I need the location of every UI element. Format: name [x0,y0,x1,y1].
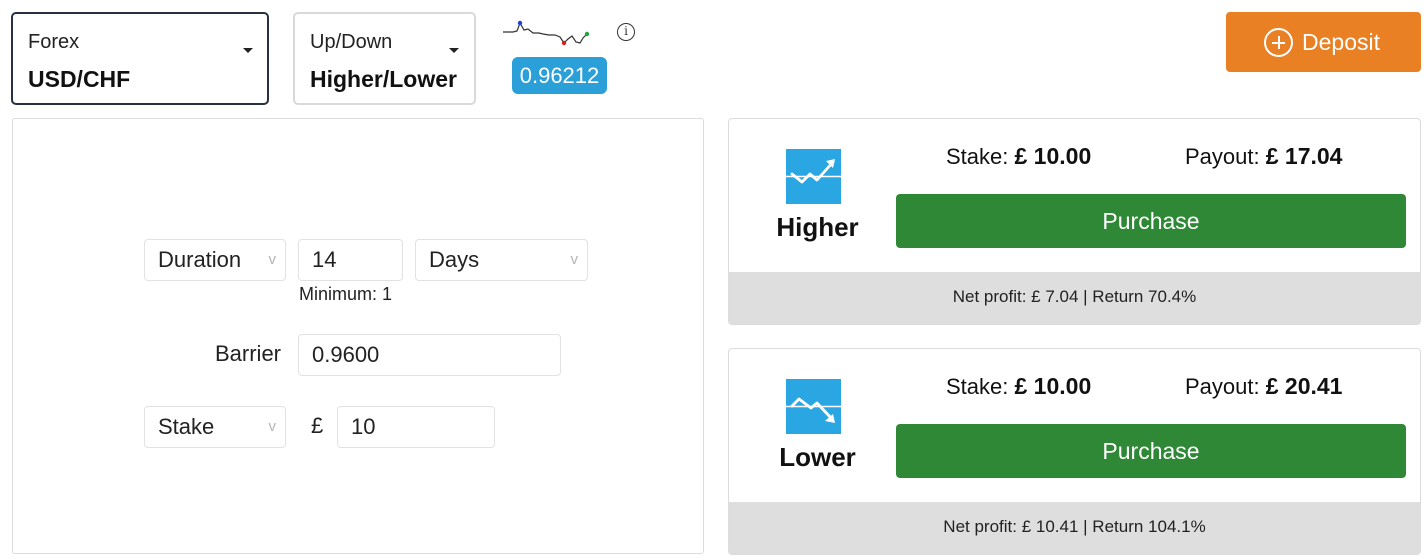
barrier-label: Barrier [215,341,282,366]
payout-summary: Payout: £ 17.04 [1185,143,1342,170]
stake-summary: Stake: £ 10.00 [946,143,1091,170]
stake-label: Stake: [946,144,1009,169]
chevron-down-icon: v [268,251,277,268]
stake-label: Stake: [946,374,1009,399]
stake-amount: £ 10.00 [1014,373,1092,399]
chevron-down-icon: v [570,251,579,268]
amount-type-select[interactable]: Stake v [144,406,286,448]
contract-card-higher: Higher Stake: £ 10.00 Payout: £ 17.04 Pu… [728,118,1421,325]
chevron-down-icon: v [268,418,277,435]
trade-type-selector[interactable]: Up/Down Higher/Lower [293,12,476,105]
dropdown-caret-icon [449,48,459,53]
currency-symbol: £ [311,413,324,438]
contract-card-lower: Lower Stake: £ 10.00 Payout: £ 20.41 Pur… [728,348,1421,555]
contract-name: Higher [776,212,859,242]
spot-sparkline [503,20,590,46]
market-selected: USD/CHF [28,66,131,92]
market-category: Forex [28,31,80,53]
plus-circle-icon [1264,28,1293,57]
barrier-input[interactable]: 0.9600 [298,334,561,376]
stake-input[interactable]: 10 [337,406,495,448]
info-icon[interactable]: i [617,23,635,41]
trade-type-selected: Higher/Lower [310,66,457,92]
duration-type-value: Duration [158,247,242,272]
stake-amount: £ 10.00 [1014,143,1092,169]
payout-summary: Payout: £ 20.41 [1185,373,1342,400]
amount-type-value: Stake [158,414,215,439]
stake-summary: Stake: £ 10.00 [946,373,1091,400]
duration-unit-value: Days [429,247,480,272]
trade-type-category: Up/Down [310,31,393,53]
deposit-label: Deposit [1302,29,1380,55]
duration-minimum-note: Minimum: 1 [299,284,393,304]
duration-input[interactable]: 14 [298,239,403,281]
duration-type-select[interactable]: Duration v [144,239,286,281]
deposit-button[interactable]: Deposit [1226,12,1421,72]
payout-label: Payout: [1185,374,1260,399]
market-selector[interactable]: Forex USD/CHF [11,12,269,105]
payout-amount: £ 20.41 [1265,373,1343,399]
spot-price-badge: 0.96212 [512,57,607,94]
dropdown-caret-icon [243,48,253,53]
purchase-lower-button[interactable]: Purchase [896,424,1406,478]
purchase-higher-button[interactable]: Purchase [896,194,1406,248]
payout-amount: £ 17.04 [1265,143,1343,169]
rise-arrow-icon [786,149,841,204]
payout-label: Payout: [1185,144,1260,169]
net-profit-footer: Net profit: £ 7.04 | Return 70.4% [729,272,1420,324]
duration-unit-select[interactable]: Days v [415,239,588,281]
fall-arrow-icon [786,379,841,434]
contract-name: Lower [779,442,856,472]
net-profit-footer: Net profit: £ 10.41 | Return 104.1% [729,502,1420,554]
